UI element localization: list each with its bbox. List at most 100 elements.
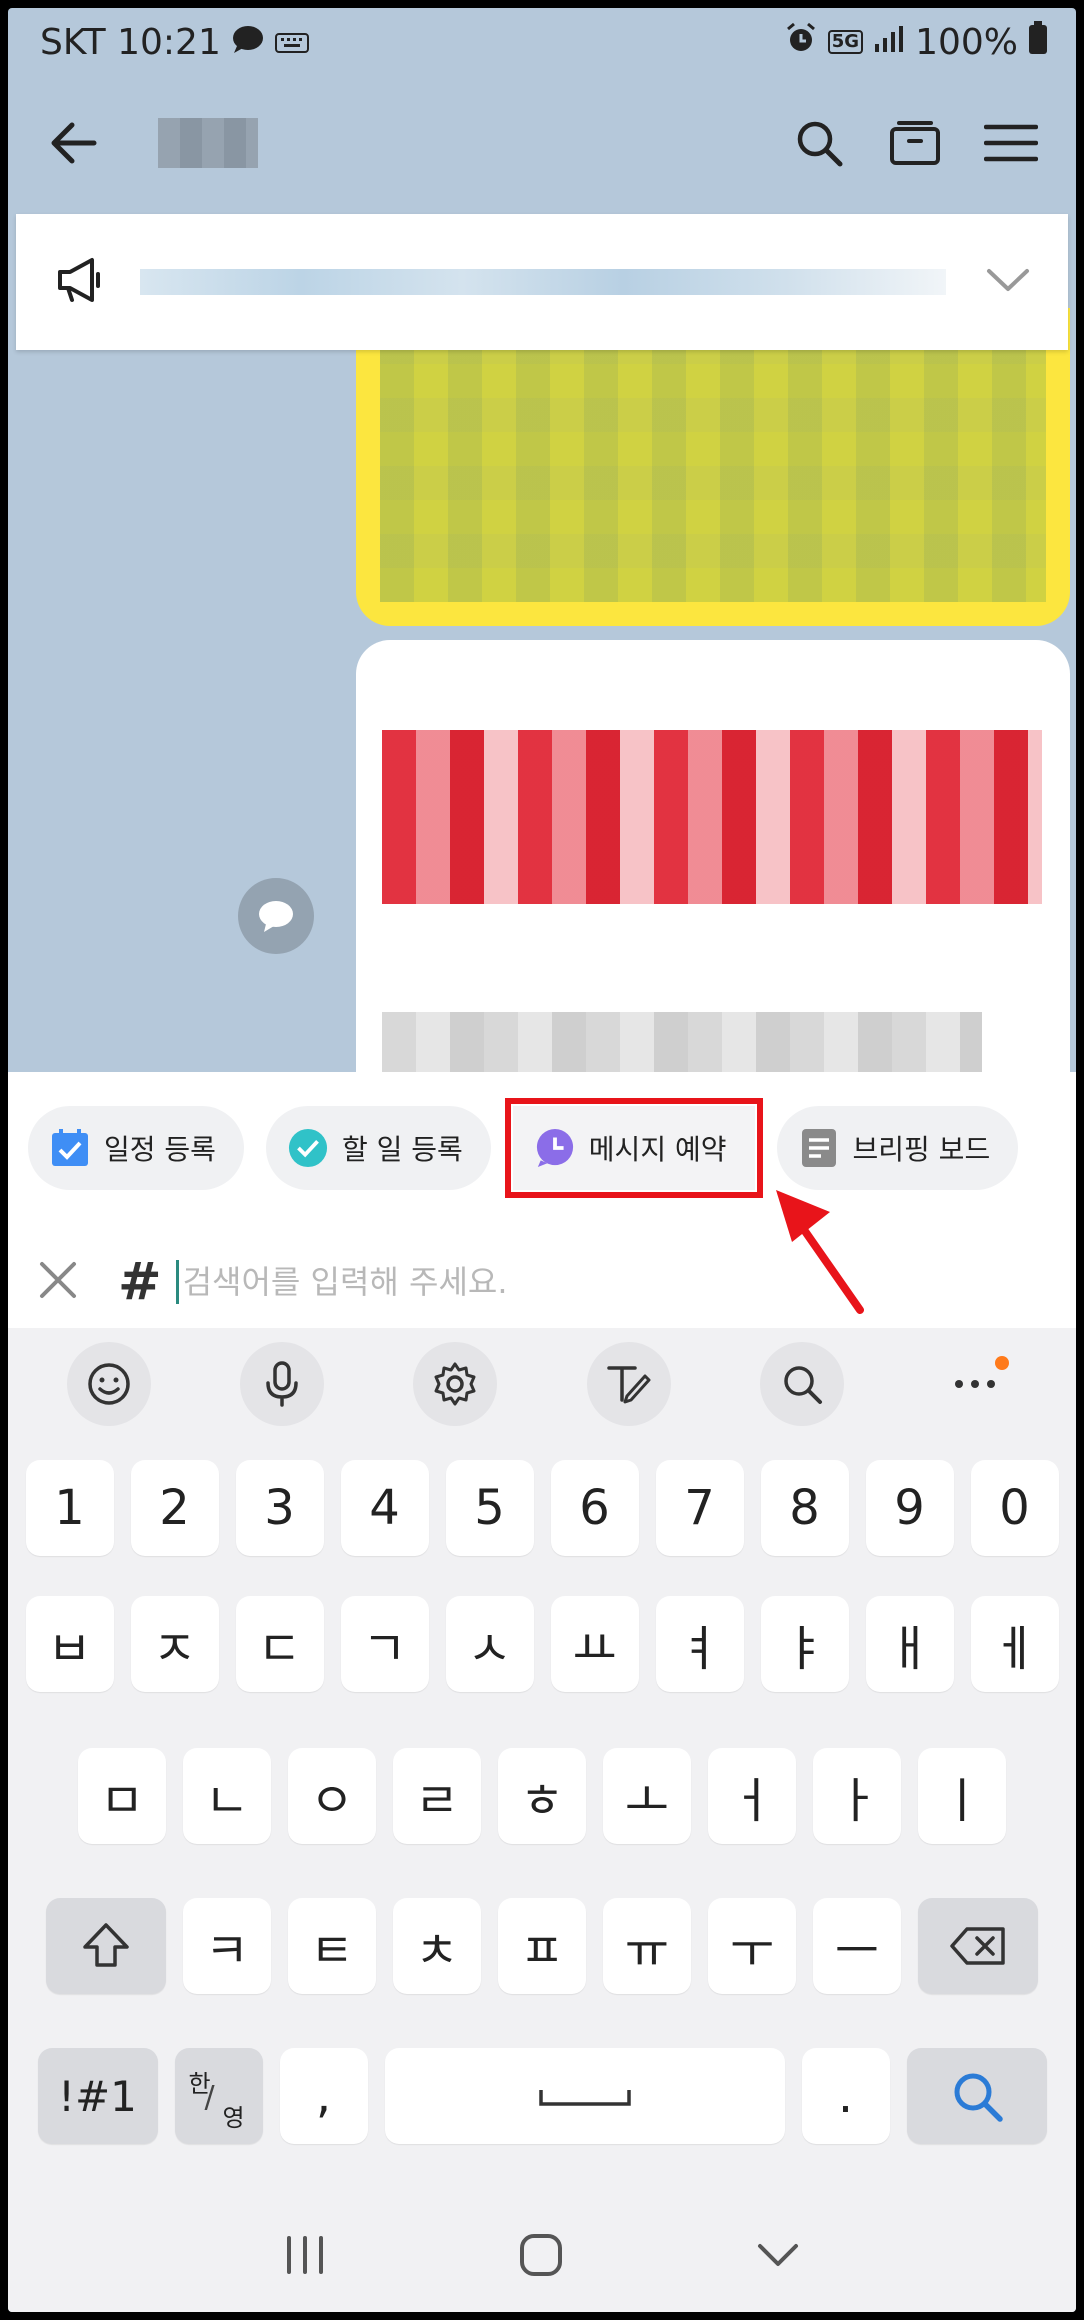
key[interactable]: ㅊ: [393, 1898, 481, 1994]
hide-keyboard-chevron-icon[interactable]: [756, 2241, 800, 2273]
samsung-keyboard: 1 2 3 4 5 6 7 8 9 0 ㅂ ㅈ ㄷ ㄱ ㅅ ㅛ ㅕ ㅑ ㅐ ㅔ …: [8, 1328, 1076, 2312]
emoji-icon[interactable]: [66, 1342, 151, 1426]
key[interactable]: ㅛ: [550, 1596, 639, 1692]
settings-gear-icon[interactable]: [413, 1342, 498, 1426]
key[interactable]: 3: [235, 1460, 324, 1556]
key[interactable]: ㅜ: [708, 1898, 796, 1994]
network-badge: 5G: [827, 30, 864, 54]
redacted-image-content: [382, 730, 1042, 904]
home-icon[interactable]: [519, 2233, 563, 2281]
key[interactable]: 1: [25, 1460, 114, 1556]
notification-dot: [995, 1356, 1010, 1370]
key[interactable]: ㅑ: [760, 1596, 849, 1692]
key[interactable]: ㅏ: [813, 1748, 901, 1844]
talk-bubble-icon: [231, 22, 265, 63]
key[interactable]: ㅓ: [708, 1748, 796, 1844]
key[interactable]: 4: [340, 1460, 429, 1556]
back-arrow-icon[interactable]: [38, 108, 108, 178]
menu-icon[interactable]: [976, 108, 1046, 178]
key[interactable]: ㅍ: [498, 1898, 586, 1994]
key[interactable]: 7: [655, 1460, 744, 1556]
clock-bubble-icon: [535, 1128, 575, 1168]
shift-key[interactable]: [46, 1898, 166, 1994]
keyboard-toolbar: [8, 1328, 1076, 1440]
key[interactable]: ㅇ: [288, 1748, 376, 1844]
hashtag-search-row: #: [8, 1236, 1076, 1328]
key[interactable]: ㅕ: [655, 1596, 744, 1692]
hashtag-prefix: #: [118, 1252, 162, 1312]
redacted-message-text: [382, 1012, 982, 1072]
comment-bubble-button[interactable]: [238, 878, 314, 954]
message-reserve-chip[interactable]: 메시지 예약: [504, 1098, 763, 1198]
search-action-key[interactable]: [906, 2048, 1047, 2144]
key[interactable]: ㅈ: [130, 1596, 219, 1692]
todo-register-chip[interactable]: 할 일 등록: [265, 1106, 491, 1190]
briefing-board-chip[interactable]: 브리핑 보드: [776, 1106, 1019, 1190]
key[interactable]: ㄱ: [340, 1596, 429, 1692]
consonant-row-3: ㅋ ㅌ ㅊ ㅍ ㅠ ㅜ ㅡ: [8, 1898, 1076, 1994]
key[interactable]: ㅋ: [183, 1898, 271, 1994]
key[interactable]: ㅂ: [25, 1596, 114, 1692]
key[interactable]: ㅔ: [970, 1596, 1059, 1692]
key[interactable]: ㅣ: [918, 1748, 1006, 1844]
key[interactable]: ㅅ: [445, 1596, 534, 1692]
key[interactable]: ㅁ: [78, 1748, 166, 1844]
number-row: 1 2 3 4 5 6 7 8 9 0: [8, 1460, 1076, 1556]
received-message-bubble[interactable]: [356, 640, 1070, 1100]
schedule-register-chip[interactable]: 일정 등록: [28, 1106, 244, 1190]
chat-header: [8, 88, 1076, 198]
consonant-row-2: ㅁ ㄴ ㅇ ㄹ ㅎ ㅗ ㅓ ㅏ ㅣ: [8, 1748, 1076, 1844]
chat-room-title: [158, 118, 258, 168]
key[interactable]: 0: [970, 1460, 1059, 1556]
key[interactable]: 6: [550, 1460, 639, 1556]
battery-icon: [1028, 20, 1048, 64]
todo-check-icon: [288, 1128, 328, 1168]
handwriting-icon[interactable]: [586, 1342, 671, 1426]
language-switch-key[interactable]: 한 / 영: [174, 2048, 263, 2144]
battery-percent: 100%: [915, 21, 1018, 63]
microphone-icon[interactable]: [239, 1342, 324, 1426]
key[interactable]: ㅡ: [813, 1898, 901, 1994]
period-key[interactable]: .: [801, 2048, 890, 2144]
shortcut-chips: 일정 등록 할 일 등록 메시지 예약 브리핑 보드: [28, 1098, 1019, 1198]
recent-apps-icon[interactable]: [284, 2236, 326, 2278]
chevron-down-icon[interactable]: [986, 267, 1030, 297]
backspace-key[interactable]: [918, 1898, 1038, 1994]
chip-label: 할 일 등록: [341, 1133, 463, 1166]
megaphone-icon: [54, 256, 106, 308]
key[interactable]: ㅎ: [498, 1748, 586, 1844]
space-key[interactable]: [384, 2048, 785, 2144]
chip-label: 일정 등록: [104, 1133, 216, 1166]
chip-label: 브리핑 보드: [852, 1133, 991, 1166]
function-row: !#1 한 / 영 , .: [8, 2048, 1076, 2144]
drawer-icon[interactable]: [880, 108, 950, 178]
key[interactable]: ㄹ: [393, 1748, 481, 1844]
close-icon[interactable]: [38, 1260, 78, 1304]
calendar-check-icon: [50, 1128, 90, 1168]
key[interactable]: ㅠ: [603, 1898, 691, 1994]
search-icon[interactable]: [784, 108, 854, 178]
more-options-icon[interactable]: [933, 1342, 1017, 1426]
key[interactable]: ㅐ: [865, 1596, 954, 1692]
redacted-message-content: [380, 348, 1046, 602]
sent-message-bubble[interactable]: [356, 308, 1070, 626]
hashtag-panel: 일정 등록 할 일 등록 메시지 예약 브리핑 보드 # 검색어를 입력해 주세…: [8, 1072, 1076, 1328]
notice-banner[interactable]: [16, 214, 1068, 350]
comma-key[interactable]: ,: [279, 2048, 368, 2144]
key[interactable]: ㄷ: [235, 1596, 324, 1692]
notice-text-redacted: [140, 269, 946, 295]
key[interactable]: ㄴ: [183, 1748, 271, 1844]
key[interactable]: 8: [760, 1460, 849, 1556]
carrier-time: SKT 10:21: [40, 21, 221, 63]
key[interactable]: ㅌ: [288, 1898, 376, 1994]
keyboard-search-icon[interactable]: [759, 1342, 844, 1426]
annotation-arrow-icon: [776, 1190, 864, 1314]
key[interactable]: 9: [865, 1460, 954, 1556]
key[interactable]: 5: [445, 1460, 534, 1556]
chip-label: 메시지 예약: [588, 1133, 727, 1166]
symbols-key[interactable]: !#1: [37, 2048, 158, 2144]
hashtag-search-input[interactable]: [182, 1263, 783, 1301]
key[interactable]: 2: [130, 1460, 219, 1556]
consonant-row-1: ㅂ ㅈ ㄷ ㄱ ㅅ ㅛ ㅕ ㅑ ㅐ ㅔ: [8, 1596, 1076, 1692]
key[interactable]: ㅗ: [603, 1748, 691, 1844]
